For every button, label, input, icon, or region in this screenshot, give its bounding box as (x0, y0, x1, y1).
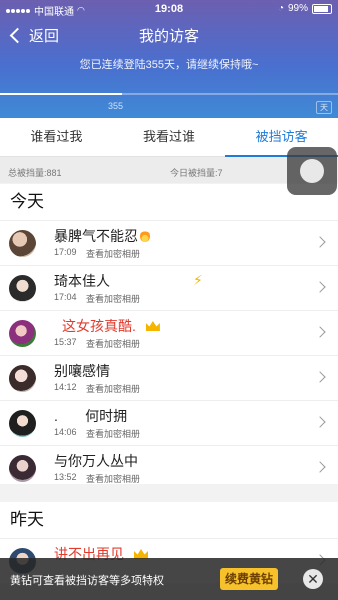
visitor-row[interactable]: 这女孩真酷. 15:37 查看加密相册 (0, 311, 338, 356)
today-blocked-count: 今日被挡量:7 (170, 168, 223, 178)
visit-time: 13:52 (54, 472, 77, 482)
close-icon[interactable]: ✕ (303, 569, 323, 589)
avatar (9, 410, 36, 437)
section-divider (0, 484, 338, 502)
section-title-yesterday: 昨天 (0, 502, 338, 539)
avatar (9, 455, 36, 482)
chevron-right-icon (314, 236, 326, 248)
visit-time: 15:37 (54, 337, 77, 347)
streak-progress-bar (0, 93, 338, 95)
assistive-touch-button[interactable] (287, 147, 337, 195)
chevron-right-icon (314, 326, 326, 338)
encrypted-album-link[interactable]: 查看加密相册 (86, 427, 140, 440)
streak-progress-value: 355 (108, 101, 124, 111)
visit-time: 17:04 (54, 292, 77, 302)
visit-time: 17:09 (54, 247, 77, 257)
battery-percent: 99% (287, 3, 308, 14)
battery-icon (312, 3, 332, 14)
encrypted-album-link[interactable]: 查看加密相册 (86, 247, 140, 260)
visit-time: 14:12 (54, 382, 77, 392)
visitor-name: 暴脾气不能忍 (54, 226, 150, 246)
visit-time: 14:06 (54, 427, 77, 437)
header-banner: 中国联通 ◠ 19:08 ◔ 99% 返回 我的访客 您已连续登陆355天，请继… (0, 0, 338, 118)
avatar (9, 365, 36, 392)
streak-progress-end-label: 天 (316, 101, 332, 114)
vip-promo-bar: 黄钻可查看被挡访客等多项特权 续费黄钻 ✕ (0, 558, 338, 600)
total-blocked-count: 总被挡量:881 (8, 168, 62, 178)
chevron-right-icon (314, 371, 326, 383)
encrypted-album-link[interactable]: 查看加密相册 (86, 292, 140, 305)
chevron-right-icon (314, 461, 326, 473)
status-bar: 中国联通 ◠ 19:08 ◔ 99% (0, 0, 338, 18)
tab-who-viewed-me[interactable]: 谁看过我 (0, 118, 113, 156)
chevron-right-icon (314, 416, 326, 428)
visitor-row[interactable]: 琦本佳人 ⚡ 17:04 查看加密相册 (0, 266, 338, 311)
visitor-name: 与你万人丛中 (54, 453, 138, 469)
avatar (9, 320, 36, 347)
encrypted-album-link[interactable]: 查看加密相册 (86, 337, 140, 350)
streak-progress-fill (0, 93, 122, 95)
visitor-row[interactable]: 别嚷感情 14:12 查看加密相册 (0, 356, 338, 401)
section-today: 今天 暴脾气不能忍 17:09 查看加密相册 琦本佳人 ⚡ 17:04 查看加密… (0, 184, 338, 491)
promo-text: 黄钻可查看被挡访客等多项特权 (10, 575, 164, 587)
tab-who-i-viewed[interactable]: 我看过谁 (113, 118, 226, 156)
renew-vip-button[interactable]: 续费黄钻 (220, 568, 278, 590)
status-right: ◔ 99% (278, 3, 332, 14)
lightning-icon: ⚡ (193, 272, 203, 288)
avatar (9, 230, 36, 257)
page-title: 我的访客 (138, 28, 199, 45)
rotation-lock-icon: ◔ (277, 3, 284, 14)
encrypted-album-link[interactable]: 查看加密相册 (86, 382, 140, 395)
login-streak-message: 您已连续登陆355天，请继续保持哦~ (79, 59, 259, 71)
nav-bar: 返回 我的访客 (0, 22, 338, 50)
visitor-name: 别嚷感情 (54, 363, 110, 379)
visitor-name: 这女孩真酷. (62, 316, 160, 336)
avatar (9, 275, 36, 302)
chevron-right-icon (314, 281, 326, 293)
crown-icon (145, 321, 160, 331)
flame-icon (140, 230, 150, 242)
visitor-name: . 何时拥 (54, 408, 128, 424)
visitor-name: 琦本佳人 (54, 273, 110, 289)
visitor-row[interactable]: 暴脾气不能忍 17:09 查看加密相册 (0, 221, 338, 266)
visitor-row[interactable]: . 何时拥 14:06 查看加密相册 (0, 401, 338, 446)
